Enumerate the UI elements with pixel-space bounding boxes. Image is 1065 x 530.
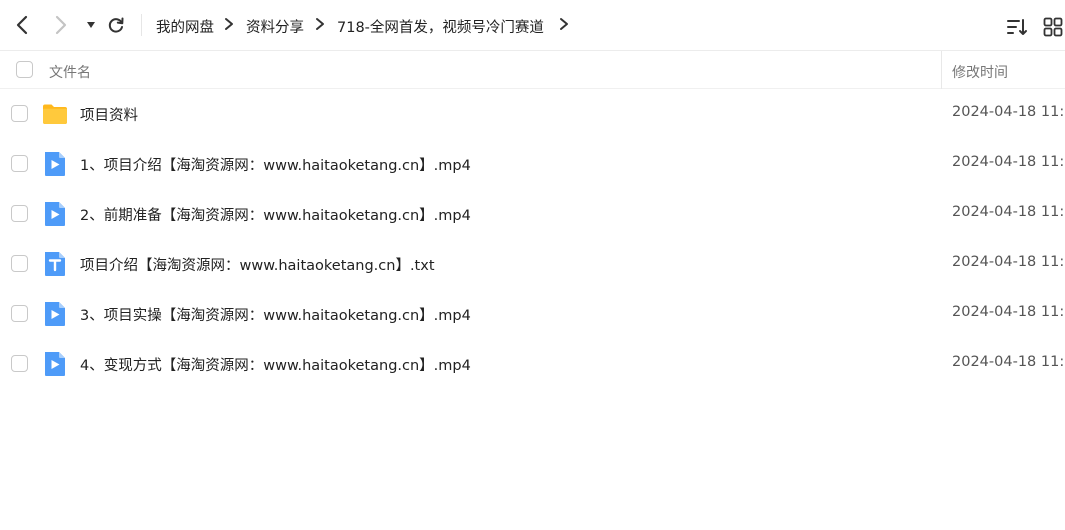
file-name[interactable]: 4、变现方式【海淘资源网：www.haitaoketang.cn】.mp4 (80, 354, 471, 375)
file-name[interactable]: 3、项目实操【海淘资源网：www.haitaoketang.cn】.mp4 (80, 304, 471, 325)
toolbar: 我的网盘 资料分享 718-全网首发，视频号冷门赛道 (0, 0, 1065, 51)
file-modified-time: 2024-04-18 11: (952, 254, 1065, 270)
row-checkbox[interactable] (11, 255, 28, 272)
file-list-header: 文件名 修改时间 (0, 51, 1065, 89)
sort-icon[interactable] (1006, 16, 1028, 38)
row-checkbox[interactable] (11, 205, 28, 222)
file-modified-time: 2024-04-18 11: (952, 354, 1065, 370)
file-name[interactable]: 1、项目介绍【海淘资源网：www.haitaoketang.cn】.mp4 (80, 154, 471, 175)
breadcrumb-separator-icon (316, 18, 324, 30)
history-dropdown-button[interactable] (78, 12, 104, 38)
breadcrumb-my-drive[interactable]: 我的网盘 (156, 16, 214, 37)
file-row[interactable]: 项目资料 2024-04-18 11: (0, 89, 1065, 139)
refresh-button[interactable] (103, 12, 129, 38)
file-modified-time: 2024-04-18 11: (952, 304, 1065, 320)
column-header-modified-time[interactable]: 修改时间 (952, 62, 1008, 82)
video-file-icon (45, 302, 65, 326)
breadcrumb-shared-files[interactable]: 资料分享 (246, 16, 304, 37)
text-file-icon (45, 252, 65, 276)
file-modified-time: 2024-04-18 11: (952, 204, 1065, 220)
refresh-icon (108, 17, 124, 33)
breadcrumb-separator-icon (225, 18, 233, 30)
row-checkbox[interactable] (11, 355, 28, 372)
breadcrumb-current-folder[interactable]: 718-全网首发，视频号冷门赛道 (337, 16, 544, 37)
folder-icon (43, 104, 67, 124)
back-button[interactable] (9, 12, 35, 38)
chevron-right-icon (55, 15, 67, 35)
file-row[interactable]: 2、前期准备【海淘资源网：www.haitaoketang.cn】.mp4 20… (0, 189, 1065, 239)
file-row[interactable]: 项目介绍【海淘资源网：www.haitaoketang.cn】.txt 2024… (0, 239, 1065, 289)
select-all-checkbox[interactable] (16, 61, 33, 78)
row-checkbox[interactable] (11, 105, 28, 122)
chevron-left-icon (16, 15, 28, 35)
column-divider[interactable] (941, 51, 942, 89)
row-checkbox[interactable] (11, 305, 28, 322)
toolbar-divider (141, 14, 142, 36)
column-header-name[interactable]: 文件名 (49, 62, 91, 82)
grid-view-icon[interactable] (1042, 16, 1064, 38)
file-row[interactable]: 4、变现方式【海淘资源网：www.haitaoketang.cn】.mp4 20… (0, 339, 1065, 389)
caret-down-icon (87, 22, 95, 28)
video-file-icon (45, 152, 65, 176)
file-modified-time: 2024-04-18 11: (952, 104, 1065, 120)
file-name[interactable]: 2、前期准备【海淘资源网：www.haitaoketang.cn】.mp4 (80, 204, 471, 225)
video-file-icon (45, 202, 65, 226)
file-row[interactable]: 1、项目介绍【海淘资源网：www.haitaoketang.cn】.mp4 20… (0, 139, 1065, 189)
file-name[interactable]: 项目资料 (80, 104, 138, 125)
file-name[interactable]: 项目介绍【海淘资源网：www.haitaoketang.cn】.txt (80, 254, 435, 275)
breadcrumb-separator-icon (560, 18, 568, 30)
video-file-icon (45, 352, 65, 376)
file-row[interactable]: 3、项目实操【海淘资源网：www.haitaoketang.cn】.mp4 20… (0, 289, 1065, 339)
forward-button[interactable] (48, 12, 74, 38)
file-modified-time: 2024-04-18 11: (952, 154, 1065, 170)
row-checkbox[interactable] (11, 155, 28, 172)
